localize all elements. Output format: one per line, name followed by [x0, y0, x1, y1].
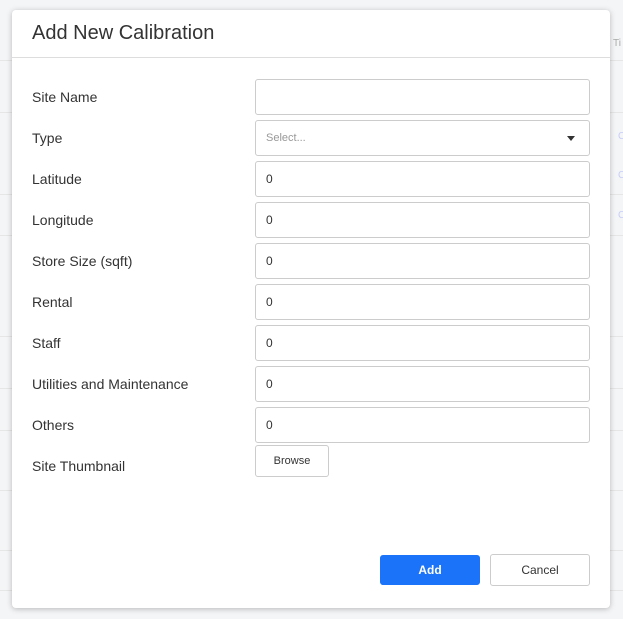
form-row-store-size: Store Size (sqft): [12, 243, 610, 284]
modal-header: Add New Calibration: [12, 10, 610, 58]
rental-input[interactable]: [255, 284, 590, 320]
form-row-longitude: Longitude: [12, 202, 610, 243]
background-link: C: [618, 131, 623, 139]
site-thumbnail-label: Site Thumbnail: [32, 458, 126, 474]
form-row-others: Others: [12, 407, 610, 448]
modal-title: Add New Calibration: [32, 22, 215, 44]
form-row-staff: Staff: [12, 325, 610, 366]
form-row-thumbnail: Site Thumbnail Browse: [12, 445, 610, 489]
utilities-label: Utilities and Maintenance: [32, 376, 189, 392]
cancel-button[interactable]: Cancel: [490, 554, 590, 586]
longitude-label: Longitude: [32, 212, 94, 228]
type-label: Type: [32, 130, 63, 146]
form-row-utilities: Utilities and Maintenance: [12, 366, 610, 407]
background-column-header: Ti: [613, 38, 621, 49]
longitude-input[interactable]: [255, 202, 590, 238]
form-row-site-name: Site Name: [12, 79, 610, 120]
add-calibration-modal: Add New Calibration Site Name Type Selec…: [12, 10, 610, 608]
others-label: Others: [32, 417, 75, 433]
utilities-input[interactable]: [255, 366, 590, 402]
type-select[interactable]: Select...: [255, 120, 590, 156]
caret-down-icon: [567, 135, 575, 141]
site-name-label: Site Name: [32, 89, 98, 105]
staff-label: Staff: [32, 335, 61, 351]
add-button[interactable]: Add: [380, 555, 480, 585]
others-input[interactable]: [255, 407, 590, 443]
form-row-type: Type Select...: [12, 120, 610, 161]
form-row-rental: Rental: [12, 284, 610, 325]
site-name-input[interactable]: [255, 79, 590, 115]
browse-button[interactable]: Browse: [255, 445, 329, 477]
form-row-latitude: Latitude: [12, 161, 610, 202]
latitude-label: Latitude: [32, 171, 82, 187]
type-select-placeholder: Select...: [266, 132, 306, 144]
staff-input[interactable]: [255, 325, 590, 361]
store-size-label: Store Size (sqft): [32, 253, 133, 269]
store-size-input[interactable]: [255, 243, 590, 279]
latitude-input[interactable]: [255, 161, 590, 197]
background-link: C: [618, 170, 623, 178]
rental-label: Rental: [32, 294, 73, 310]
background-link: C: [618, 210, 623, 218]
calibration-form: Site Name Type Select... Latitude Longit…: [12, 79, 610, 489]
